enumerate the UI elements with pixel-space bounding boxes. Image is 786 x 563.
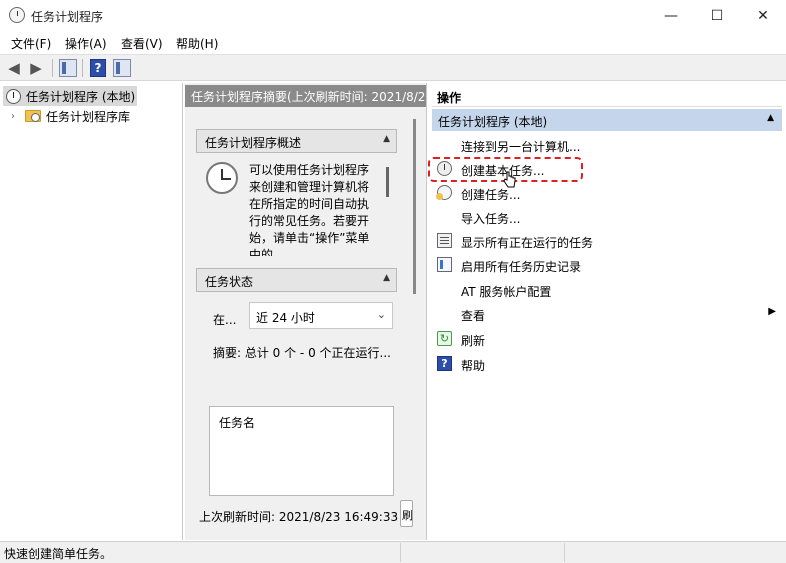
action-label: 创建任务... [461, 188, 521, 202]
action-connect-another-computer[interactable]: 连接到另一台计算机... [432, 133, 782, 157]
help-icon: ? [90, 59, 106, 77]
action-create-task[interactable]: 创建任务... [432, 181, 782, 205]
last-refresh-time: 上次刷新时间: 2021/8/23 16:49:33 [199, 510, 399, 524]
status-range-label: 在... [213, 313, 237, 327]
section-title: 任务计划程序概述 [205, 136, 302, 150]
overview-body: 可以使用任务计划程序来创建和管理计算机将在所指定的时间自动执行的常见任务。若要开… [196, 156, 397, 256]
menu-file[interactable]: 文件(F) [11, 35, 51, 52]
action-refresh[interactable]: ↻ 刷新 [432, 327, 782, 351]
back-button[interactable]: ◀ [4, 58, 24, 78]
overview-section-header[interactable]: 任务计划程序概述 ▲ [196, 129, 397, 153]
action-import-task[interactable]: 导入任务... [432, 205, 782, 229]
console-tree-icon [59, 59, 77, 77]
action-label: 连接到另一台计算机... [461, 140, 581, 154]
action-display-running-tasks[interactable]: 显示所有正在运行的任务 [432, 229, 782, 253]
tree-item-task-library[interactable]: › 任务计划程序库 [7, 106, 130, 126]
action-pane-icon [113, 59, 131, 77]
clock-icon [6, 88, 21, 104]
tree-item-label: 任务计划程序库 [46, 109, 131, 124]
action-label: 导入任务... [461, 212, 521, 226]
submenu-arrow-icon: ▶ [768, 306, 776, 317]
collapse-caret-icon[interactable]: ▲ [383, 273, 390, 283]
action-label: 刷新 [461, 334, 486, 348]
status-divider [564, 543, 565, 562]
running-tasks-icon [437, 233, 452, 248]
library-folder-icon [25, 110, 41, 122]
actions-pane: 操作 任务计划程序 (本地) ▲ 连接到另一台计算机... 创建基本任务... … [430, 83, 786, 540]
action-enable-task-history[interactable]: 启用所有任务历史记录 [432, 253, 782, 277]
show-hide-console-tree-button[interactable] [58, 58, 78, 78]
actions-header: 操作 [432, 85, 782, 107]
help-toolbar-button[interactable]: ? [88, 58, 108, 78]
history-icon [437, 257, 452, 272]
forward-arrow-icon: ▶ [30, 59, 42, 77]
select-value: 近 24 小时 [256, 311, 315, 325]
action-label: AT 服务帐户配置 [461, 285, 552, 299]
close-button[interactable]: ✕ [740, 0, 786, 31]
refresh-icon: ↻ [437, 331, 452, 346]
action-label: 帮助 [461, 359, 486, 373]
toolbar-separator [82, 59, 83, 77]
create-task-icon [436, 185, 452, 200]
collapse-caret-icon[interactable]: ▲ [767, 113, 774, 123]
menu-bar: 文件(F) 操作(A) 查看(V) 帮助(H) [0, 31, 786, 53]
actions-group-header[interactable]: 任务计划程序 (本地) ▲ [432, 109, 782, 131]
task-status-list[interactable]: 任务名 [209, 406, 394, 496]
action-label: 查看 [461, 309, 486, 323]
column-header-task-name[interactable]: 任务名 [219, 414, 255, 431]
refresh-button[interactable]: 刷 [400, 500, 413, 527]
tree-item-label: 任务计划程序 (本地) [26, 89, 136, 104]
console-tree: 任务计划程序 (本地) › 任务计划程序库 [0, 83, 183, 540]
title-bar: 任务计划程序 — ☐ ✕ [0, 0, 786, 31]
status-range-select[interactable]: 近 24 小时 ⌄ [249, 302, 393, 329]
action-at-service-account[interactable]: AT 服务帐户配置 [432, 278, 782, 302]
overview-text: 可以使用任务计划程序来创建和管理计算机将在所指定的时间自动执行的常见任务。若要开… [249, 163, 370, 256]
status-bar: 快速创建简单任务。 [0, 541, 786, 563]
hand-cursor-icon [503, 171, 516, 188]
minimize-button[interactable]: — [648, 0, 694, 31]
help-icon: ? [437, 356, 452, 371]
status-summary: 摘要: 总计 0 个 - 0 个正在运行... [213, 346, 391, 360]
group-title: 任务计划程序 (本地) [438, 115, 548, 129]
menu-view[interactable]: 查看(V) [121, 35, 163, 52]
pane-scrollbar[interactable] [413, 119, 416, 294]
action-label: 显示所有正在运行的任务 [461, 236, 594, 250]
back-arrow-icon: ◀ [8, 59, 20, 77]
expand-chevron-icon[interactable]: › [7, 111, 19, 122]
collapse-caret-icon[interactable]: ▲ [383, 134, 390, 144]
toolbar: ◀ ▶ ? [0, 54, 786, 81]
status-message: 快速创建简单任务。 [4, 547, 113, 561]
section-title: 任务状态 [205, 275, 254, 289]
forward-button[interactable]: ▶ [26, 58, 46, 78]
window-title: 任务计划程序 [31, 10, 104, 24]
action-view[interactable]: 查看 ▶ [432, 302, 782, 326]
chevron-down-icon: ⌄ [376, 308, 386, 321]
overview-scroll-thumb[interactable] [386, 167, 389, 197]
action-help[interactable]: ? 帮助 [432, 352, 782, 376]
action-label: 启用所有任务历史记录 [461, 260, 582, 274]
status-section-header[interactable]: 任务状态 ▲ [196, 268, 397, 292]
menu-help[interactable]: 帮助(H) [176, 35, 218, 52]
status-divider [400, 543, 401, 562]
maximize-button[interactable]: ☐ [694, 0, 740, 31]
summary-pane: 任务计划程序摘要(上次刷新时间: 2021/8/23 任务计划程序概述 ▲ 可以… [185, 83, 427, 540]
task-scheduler-app-icon [9, 7, 25, 23]
tree-item-task-scheduler-local[interactable]: 任务计划程序 (本地) [3, 86, 137, 106]
summary-header: 任务计划程序摘要(上次刷新时间: 2021/8/23 [185, 85, 426, 107]
show-hide-action-pane-button[interactable] [112, 58, 132, 78]
toolbar-separator [52, 59, 53, 77]
menu-action[interactable]: 操作(A) [65, 35, 107, 52]
scheduler-clock-icon [206, 162, 238, 194]
